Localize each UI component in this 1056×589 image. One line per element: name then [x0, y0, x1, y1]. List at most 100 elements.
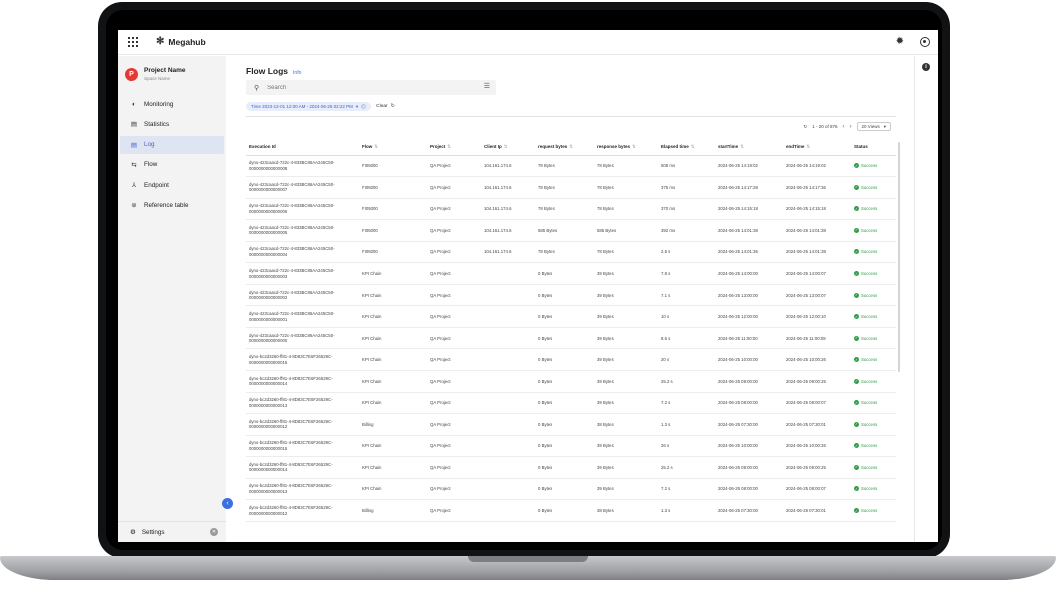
table-cell: dyno-bc2d3260-ff81-4-8D83C7E6F26529C-000…: [246, 413, 359, 436]
table-row[interactable]: dyno-423caacd-722c-4-833BC86AA245C50-000…: [246, 176, 896, 199]
table-row[interactable]: dyno-bc2d3260-ff81-4-8D83C7E6F26529C-000…: [246, 348, 896, 371]
table-cell: ✓ Success: [851, 241, 896, 264]
table-cell: 2024-06-25 14:00:07: [783, 262, 851, 285]
column-header[interactable]: request bytes ⇅: [535, 139, 594, 156]
status-badge: ✓ Success: [854, 314, 896, 320]
table-cell: ✓ Success: [851, 370, 896, 393]
table-cell: dyno-bc2d3260-ff81-4-8D83C7E6F26529C-000…: [246, 478, 359, 501]
table-row[interactable]: dyno-423caacd-722c-4-833BC86AA245C50-000…: [246, 305, 896, 328]
sidebar-item-reference-table[interactable]: ⊜ Reference table: [120, 196, 224, 214]
sidebar-item-log[interactable]: ▤ Log: [120, 135, 224, 154]
table-row[interactable]: dyno-bc2d3260-ff81-4-8D83C7E6F26529C-000…: [246, 435, 896, 458]
table-row[interactable]: dyno-423caacd-722c-4-833BC86AA245C50-000…: [246, 284, 896, 307]
table-row[interactable]: dyno-423caacd-722c-4-833BC86AA245C50-000…: [246, 327, 896, 350]
info-link[interactable]: Info: [293, 70, 301, 76]
table-cell: 2024-06-25 10:00:26: [783, 435, 851, 458]
table-cell: 39 Bytes: [594, 305, 658, 328]
sidebar-item-monitoring[interactable]: ◐ Monitoring: [120, 95, 224, 113]
table-cell: FI05000: [359, 198, 427, 221]
table-row[interactable]: dyno-423caacd-722c-4-833BC86AA245C50-000…: [246, 241, 896, 264]
sidebar-item-statistics[interactable]: ▤ Statistics: [120, 115, 224, 133]
table-cell: 78 Bytes: [594, 176, 658, 199]
table-cell: 78 Bytes: [594, 241, 658, 264]
reload-icon[interactable]: ↻: [803, 124, 807, 130]
clear-filters-button[interactable]: Clear ↻: [376, 104, 395, 109]
status-label: Success: [861, 227, 878, 233]
sort-icon[interactable]: ⇅: [632, 144, 636, 149]
prev-page-icon[interactable]: ‹: [843, 124, 845, 130]
column-header[interactable]: Execution Id: [246, 139, 359, 156]
column-header[interactable]: response bytes ⇅: [594, 139, 658, 156]
gear-icon[interactable]: ✹: [896, 37, 904, 47]
table-row[interactable]: dyno-bc2d3260-ff81-4-8D83C7E6F26529C-000…: [246, 456, 896, 479]
brand[interactable]: ✻ Megahub: [156, 37, 206, 48]
table-cell: dyno-423caacd-722c-4-833BC86AA245C50-000…: [246, 155, 359, 178]
table-cell: 104.161.174.6: [481, 198, 535, 221]
table-cell: FI05000: [359, 155, 427, 178]
column-header[interactable]: Project ⇅: [427, 139, 481, 156]
flow-icon: ⇆: [131, 161, 137, 169]
column-header[interactable]: startTime ⇅: [715, 139, 783, 156]
table-cell: QA Project: [427, 176, 481, 199]
sort-icon[interactable]: ⇅: [504, 144, 508, 149]
table-cell: 0 Bytes: [535, 262, 594, 285]
table-cell: 7.2 s: [658, 478, 715, 501]
table-cell: 2024-06-25 12:00:00: [715, 305, 783, 328]
sort-icon[interactable]: ⇅: [740, 144, 744, 149]
status-label: Success: [861, 206, 878, 212]
laptop-notch: [468, 556, 588, 562]
table-scrollbar[interactable]: [898, 142, 900, 372]
table-row[interactable]: dyno-423caacd-722c-4-833BC86AA245C50-000…: [246, 155, 896, 178]
close-icon[interactable]: ✕: [210, 528, 218, 536]
sidebar-item-label: Endpoint: [144, 181, 169, 189]
table-cell: 78 Bytes: [594, 155, 658, 178]
sort-icon[interactable]: ⇅: [569, 144, 573, 149]
table-cell: QA Project: [427, 413, 481, 436]
column-header[interactable]: endTime ⇅: [783, 139, 851, 156]
table-row[interactable]: dyno-bc2d3260-ff81-4-8D83C7E6F26529C-000…: [246, 370, 896, 393]
status-label: Success: [861, 378, 878, 384]
settings-item[interactable]: ⚙ Settings ✕: [118, 521, 226, 542]
app-grid-icon[interactable]: [128, 37, 138, 47]
table-row[interactable]: dyno-423caacd-722c-4-833BC86AA245C50-000…: [246, 262, 896, 285]
table-cell: [481, 262, 535, 285]
table-row[interactable]: dyno-423caacd-722c-4-833BC86AA245C50-000…: [246, 219, 896, 242]
column-header[interactable]: Client Ip ⇅: [481, 139, 535, 156]
app-screen: ✻ Megahub ✹ P Project Name Space Name ◐ M…: [118, 30, 938, 542]
time-filter-chip[interactable]: Time 2023-12-01 12:00 AM - 2024-06-25 02…: [246, 102, 372, 111]
table-cell: 39 Bytes: [594, 348, 658, 371]
table-cell: 7.2 s: [658, 392, 715, 415]
info-icon[interactable]: i: [922, 63, 930, 71]
table-cell: QA Project: [427, 262, 481, 285]
collapse-sidebar-button[interactable]: ‹: [222, 498, 233, 509]
table-row[interactable]: dyno-bc2d3260-ff81-4-8D83C7E6F26529C-000…: [246, 478, 896, 501]
status-badge: ✓ Success: [854, 292, 896, 298]
table-row[interactable]: dyno-bc2d3260-ff81-4-8D83C7E6F26529C-000…: [246, 499, 896, 522]
sidebar-item-endpoint[interactable]: ⅄ Endpoint: [120, 176, 224, 194]
table-cell: KPI Chain: [359, 370, 427, 393]
column-header[interactable]: Status: [851, 139, 896, 156]
sidebar-item-flow[interactable]: ⇆ Flow: [120, 156, 224, 174]
sort-icon[interactable]: ⇅: [691, 144, 695, 149]
table-cell: 0 Bytes: [535, 499, 594, 522]
table-row[interactable]: dyno-bc2d3260-ff81-4-8D83C7E6F26529C-000…: [246, 392, 896, 415]
table-cell: 0 Bytes: [535, 435, 594, 458]
table-cell: 0 Bytes: [535, 392, 594, 415]
views-select[interactable]: 20 Views ▾: [856, 122, 891, 131]
next-page-icon[interactable]: ›: [850, 124, 852, 130]
column-header[interactable]: Flow ⇅: [359, 139, 427, 156]
sort-icon[interactable]: ⇅: [374, 144, 378, 149]
project-selector[interactable]: P Project Name Space Name: [118, 56, 226, 81]
sort-icon[interactable]: ⇅: [806, 144, 810, 149]
table-row[interactable]: dyno-423caacd-722c-4-833BC86AA245C50-000…: [246, 198, 896, 221]
filter-settings-icon[interactable]: ☰: [484, 82, 490, 90]
remove-filter-icon[interactable]: ✕: [361, 104, 367, 109]
table-cell: 2024-06-25 07:30:00: [715, 413, 783, 436]
column-header-label: Elapsed time: [661, 143, 689, 149]
search-input[interactable]: [267, 84, 468, 91]
table-row[interactable]: dyno-bc2d3260-ff81-4-8D83C7E6F26529C-000…: [246, 413, 896, 436]
sort-icon[interactable]: ⇅: [447, 144, 451, 149]
table-cell: QA Project: [427, 327, 481, 350]
user-icon[interactable]: [920, 37, 930, 47]
column-header[interactable]: Elapsed time ⇅: [658, 139, 715, 156]
